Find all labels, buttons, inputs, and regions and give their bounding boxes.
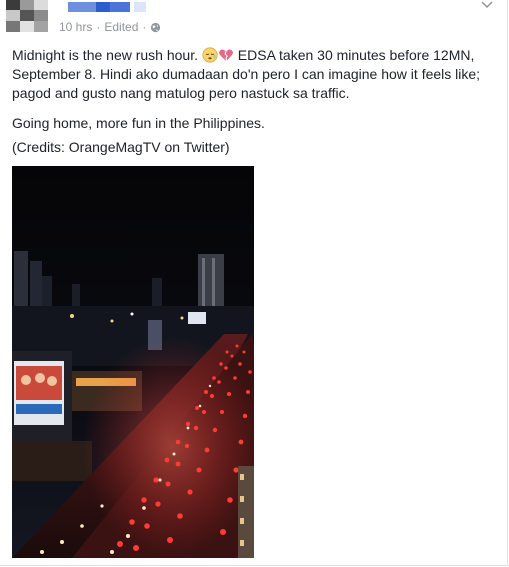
sleepy-emoji-icon xyxy=(202,47,218,63)
meta-separator: · xyxy=(96,20,101,34)
options-chevron-icon[interactable] xyxy=(481,0,493,10)
edited-label[interactable]: Edited xyxy=(104,20,138,34)
post-timestamp[interactable]: 10 hrs xyxy=(59,20,92,34)
post-card: 10 hrs · Edited · Midnight is the new ru… xyxy=(0,0,508,566)
post-photo[interactable] xyxy=(12,166,254,558)
traffic-night-photo xyxy=(12,166,254,558)
avatar[interactable] xyxy=(6,0,48,32)
post-paragraph-2: Going home, more fun in the Philippines. xyxy=(12,115,265,131)
broken-heart-emoji-icon xyxy=(219,49,233,61)
post-meta: 10 hrs · Edited · xyxy=(59,20,161,34)
author-name-redacted[interactable] xyxy=(68,0,146,12)
meta-separator-2: · xyxy=(142,20,147,34)
post-paragraph-3: (Credits: OrangeMagTV on Twitter) xyxy=(12,139,230,155)
post-body: Midnight is the new rush hour. EDSA take… xyxy=(12,46,497,103)
privacy-globe-icon[interactable] xyxy=(150,22,161,33)
post-body-text-a: Midnight is the new rush hour. xyxy=(12,47,202,63)
